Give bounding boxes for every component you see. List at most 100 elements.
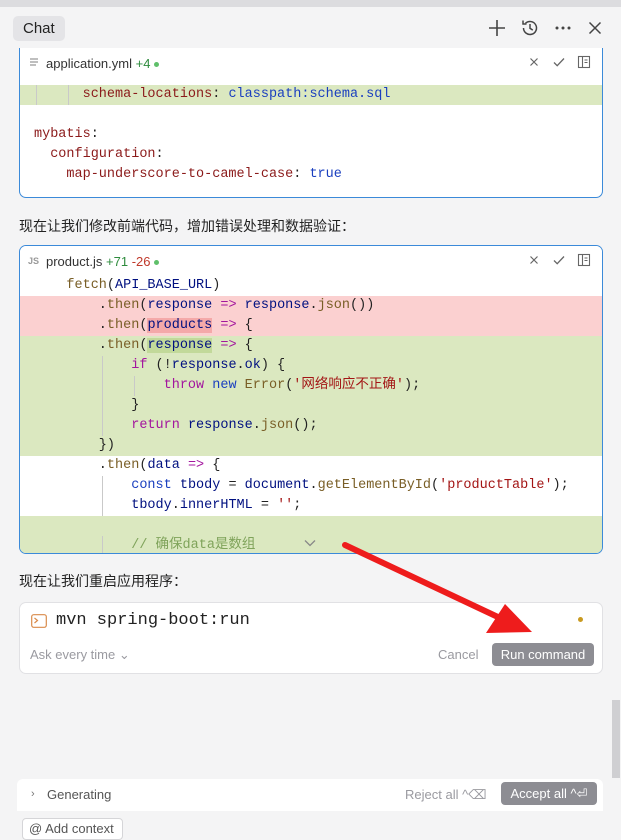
reject-file-icon[interactable]: [526, 54, 542, 70]
indent-guide: [36, 85, 37, 105]
code-token: .: [34, 458, 107, 473]
indent-guide: [102, 396, 103, 416]
ask-every-time-dropdown[interactable]: Ask every time ⌄: [30, 647, 130, 663]
code-token: :: [212, 87, 229, 102]
code-token: then: [106, 338, 140, 353]
file-name[interactable]: application.yml +4: [46, 56, 160, 71]
code-token: then: [106, 298, 140, 313]
generating-status: Generating: [47, 787, 112, 802]
added-code-line: .then(response => {: [20, 336, 602, 356]
reject-file-icon[interactable]: [526, 252, 542, 268]
code-token: =>: [220, 298, 237, 313]
chevron-right-icon[interactable]: ›: [31, 788, 35, 800]
accept-file-icon[interactable]: [551, 54, 567, 70]
code-token: innerHTML: [179, 498, 253, 513]
chevron-down-icon: ⌄: [118, 647, 130, 662]
assistant-message: 现在让我们修改前端代码，增加错误处理和数据验证：: [19, 218, 355, 234]
code-token: {: [236, 338, 253, 353]
generating-bar: › Generating Reject all ^⌫ Accept all ^⏎: [17, 779, 603, 811]
terminal-icon: [31, 614, 47, 628]
added-code-line: [20, 516, 602, 536]
code-token: response: [171, 358, 237, 373]
code-token: 'productTable': [439, 478, 553, 493]
run-command-button[interactable]: Run command: [492, 643, 594, 666]
code-block-yml: schema-locations: classpath:schema.sql my…: [20, 85, 602, 185]
code-token: .: [34, 298, 107, 313]
code-token: =: [252, 498, 278, 513]
added-code-line: throw new Error('网络响应不正确');: [20, 376, 602, 396]
code-line: map-underscore-to-camel-case: true: [20, 165, 602, 185]
indent-guide: [102, 476, 103, 496]
indent-guide: [102, 376, 103, 396]
at-icon: @: [29, 821, 43, 836]
file-name[interactable]: product.js +71 -26: [46, 254, 160, 269]
accept-all-button[interactable]: Accept all ^⏎: [501, 782, 597, 805]
code-token: tbody: [179, 478, 221, 493]
file-lines-icon: [29, 57, 39, 70]
added-code-line: }): [20, 436, 602, 456]
code-token: .: [171, 498, 180, 513]
cancel-button[interactable]: Cancel: [438, 647, 478, 662]
chat-header: Chat: [0, 7, 621, 49]
code-token: response: [244, 298, 310, 313]
code-token: return: [131, 418, 180, 433]
added-code-line: }: [20, 396, 602, 416]
code-token: );: [552, 478, 569, 493]
code-token: if: [131, 358, 148, 373]
more-icon[interactable]: [552, 17, 574, 39]
scrollbar-thumb[interactable]: [612, 700, 620, 778]
code-token: const: [131, 478, 172, 493]
code-token: then: [106, 458, 140, 473]
code-token: response: [187, 418, 253, 433]
code-token: =>: [220, 338, 237, 353]
removed-code-line: .then(response => response.json()): [20, 296, 602, 316]
add-context-button[interactable]: @ Add context: [22, 818, 123, 840]
code-token: mybatis: [34, 127, 91, 142]
code-card-product-js: JS product.js +71 -26 fetch(API_BASE_URL…: [19, 245, 603, 554]
open-file-icon[interactable]: [576, 54, 592, 70]
code-token: getElementById: [317, 478, 432, 493]
code-token: );: [404, 378, 421, 393]
lines-removed: -26: [131, 254, 151, 269]
indent-guide: [102, 416, 103, 436]
indent-guide: [102, 536, 103, 553]
code-token: ) {: [260, 358, 286, 373]
expand-chevron-icon[interactable]: [303, 536, 317, 547]
code-token: products: [147, 318, 213, 333]
plus-icon[interactable]: [486, 17, 508, 39]
code-token: }): [34, 438, 116, 453]
code-token: =>: [187, 458, 205, 473]
indent-guide: [134, 376, 135, 396]
code-card-application-yml: application.yml +4 schema-locations: cla…: [19, 48, 603, 198]
lines-added: +71: [106, 254, 129, 269]
code-line: fetch(API_BASE_URL): [20, 276, 602, 296]
history-icon[interactable]: [519, 17, 541, 39]
code-token: =>: [220, 318, 237, 333]
code-token: (: [106, 278, 116, 293]
code-token: // 确保data是数组: [131, 538, 256, 553]
removed-code-line: .then(products => {: [20, 316, 602, 336]
accept-file-icon[interactable]: [551, 252, 567, 268]
status-dot: [154, 260, 160, 266]
close-icon[interactable]: [584, 17, 606, 39]
open-file-icon[interactable]: [576, 252, 592, 268]
code-token: ok: [244, 358, 261, 373]
code-token: schema-locations: [82, 87, 213, 102]
reject-all-button[interactable]: Reject all ^⌫: [405, 787, 487, 803]
card-header: application.yml +4: [20, 48, 602, 78]
added-code-line: if (!response.ok) {: [20, 356, 602, 376]
status-dot: [154, 62, 160, 68]
added-code-line: schema-locations: classpath:schema.sql: [20, 85, 602, 105]
tab-chat[interactable]: Chat: [13, 16, 65, 41]
code-token: }: [34, 398, 140, 413]
added-code-line: return response.json();: [20, 416, 602, 436]
code-token: ()): [350, 298, 375, 313]
